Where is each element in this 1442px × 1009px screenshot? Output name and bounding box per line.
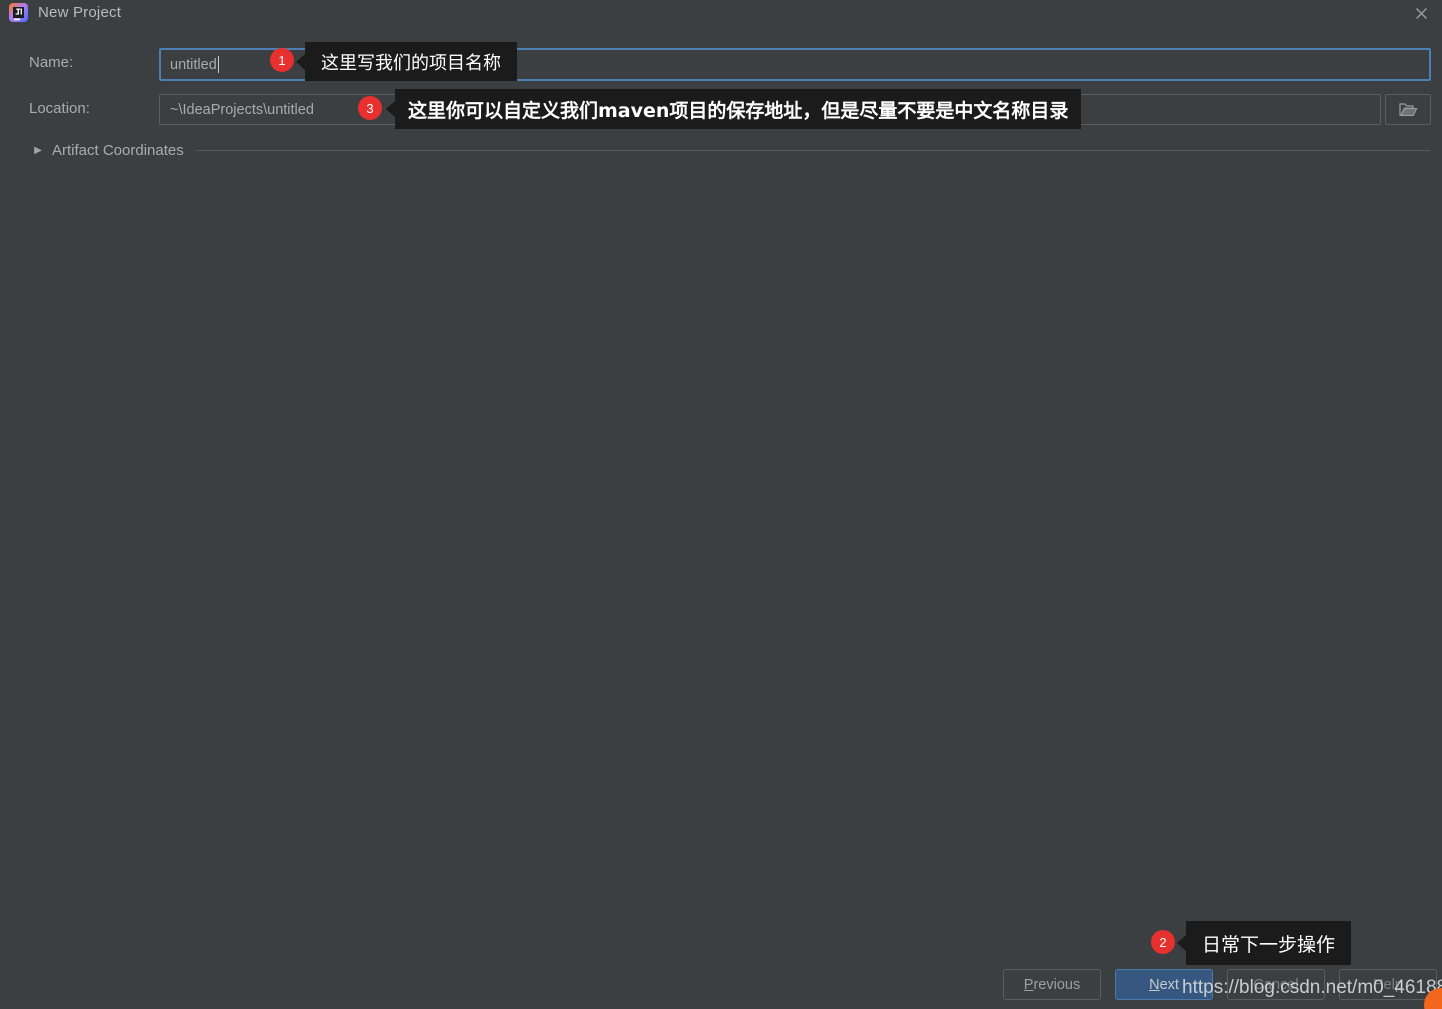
cancel-button[interactable]: Cancel <box>1227 969 1325 1000</box>
artifact-coordinates-expander[interactable]: ▶ Artifact Coordinates <box>30 139 1432 161</box>
annotation-tooltip-3: 这里你可以自定义我们maven项目的保存地址，但是尽量不要是中文名称目录 <box>385 89 1082 129</box>
next-button[interactable]: Next <box>1115 969 1213 1000</box>
new-project-dialog: New Project Name: untitled Location: ~\I… <box>0 0 1442 1009</box>
annotation-tooltip-1: 这里写我们的项目名称 <box>296 42 517 81</box>
help-button[interactable]: Help <box>1339 969 1437 1000</box>
previous-button[interactable]: Previous <box>1003 969 1101 1000</box>
previous-button-label-rest: revious <box>1033 976 1081 993</box>
annotation-tooltip-2: 日常下一步操作 <box>1176 921 1352 965</box>
location-input-value: ~\IdeaProjects\untitled <box>170 101 314 118</box>
name-input-value: untitled <box>170 56 217 73</box>
annotation-badge-1: 1 <box>270 48 294 72</box>
close-icon[interactable] <box>1400 0 1442 26</box>
intellij-idea-icon <box>9 3 28 22</box>
annotation-badge-2: 2 <box>1151 930 1175 954</box>
annotation-badge-3: 3 <box>358 96 382 120</box>
folder-icon[interactable] <box>1385 94 1431 125</box>
artifact-coordinates-label: Artifact Coordinates <box>52 141 184 159</box>
location-label: Location: <box>29 100 90 117</box>
chevron-right-icon: ▶ <box>34 144 42 156</box>
window-title: New Project <box>38 4 122 21</box>
section-divider <box>195 149 1430 151</box>
text-caret <box>217 56 219 73</box>
name-label: Name: <box>29 54 74 71</box>
title-bar: New Project <box>0 0 1442 26</box>
next-button-label-rest: ext <box>1159 976 1179 993</box>
